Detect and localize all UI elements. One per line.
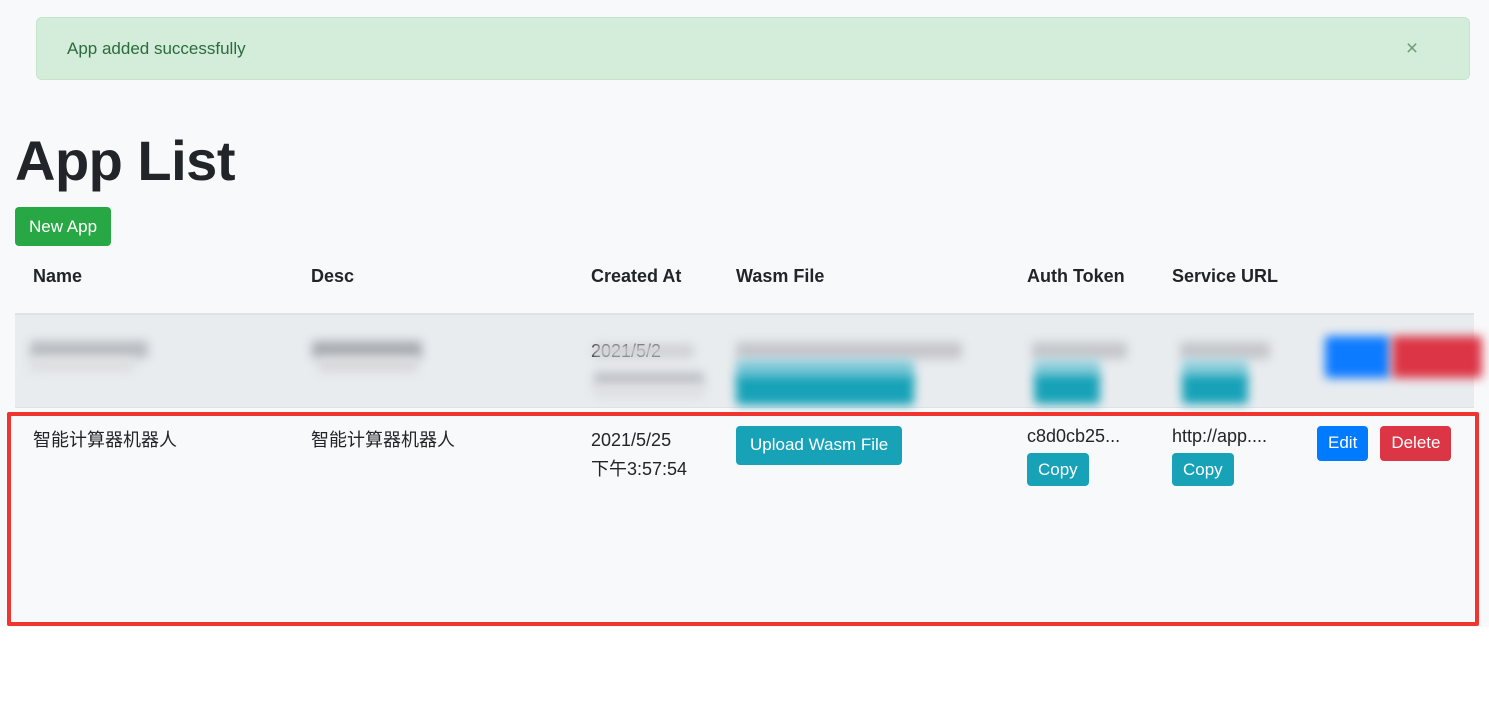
redacted-edit-button (1325, 336, 1390, 378)
redacted-name-bar-2 (30, 358, 135, 372)
column-header-actions (1299, 266, 1474, 315)
column-header-desc: Desc (293, 266, 573, 315)
redacted-token-copy-button (1034, 374, 1100, 404)
cell-name: 智能计算器机器人 (15, 407, 293, 579)
redacted-wasm-bar (736, 342, 962, 359)
column-header-service-url: Service URL (1154, 266, 1299, 315)
app-list-page: App added successfully × App List New Ap… (0, 0, 1489, 714)
copy-service-url-button[interactable]: Copy (1172, 453, 1234, 487)
close-icon[interactable]: × (1399, 36, 1425, 62)
redacted-delete-button (1392, 336, 1482, 378)
redacted-desc-bar (312, 341, 422, 358)
table-header: Name Desc Created At Wasm File Auth Toke… (15, 266, 1474, 315)
table-header-row: Name Desc Created At Wasm File Auth Toke… (15, 266, 1474, 315)
cell-auth-token: c8d0cb25... Copy (1009, 407, 1154, 579)
alert-message: App added successfully (67, 39, 246, 58)
column-header-created-at: Created At (573, 266, 718, 315)
cell-wasm-file: Upload Wasm File (718, 407, 1009, 579)
table-row[interactable]: 智能计算器机器人 智能计算器机器人 2021/5/25 下午3:57:54 Up… (15, 407, 1474, 579)
created-at-time: 下午3:57:54 (591, 459, 688, 480)
cell-desc: 智能计算器机器人 (293, 407, 573, 579)
redacted-wasm-button (736, 375, 914, 405)
delete-button[interactable]: Delete (1380, 425, 1452, 461)
app-table: Name Desc Created At Wasm File Auth Toke… (15, 266, 1474, 579)
redacted-token-bar (1032, 342, 1127, 359)
auth-token-value: c8d0cb25... (1027, 425, 1121, 446)
redacted-name-bar (30, 341, 148, 358)
service-url-value: http://app.... (1172, 425, 1268, 446)
page-title: App List (15, 129, 235, 192)
redacted-created-bar-2 (594, 372, 704, 386)
created-at-date: 2021/5/25 (591, 429, 672, 450)
column-header-auth-token: Auth Token (1009, 266, 1154, 315)
redacted-url-bar (1180, 342, 1270, 359)
app-table-container: Name Desc Created At Wasm File Auth Toke… (15, 266, 1474, 579)
column-header-name: Name (15, 266, 293, 315)
cell-service-url: http://app.... Copy (1154, 407, 1299, 579)
redacted-created-bar-3 (594, 386, 704, 398)
upload-wasm-file-button[interactable]: Upload Wasm File (736, 425, 903, 465)
copy-auth-token-button[interactable]: Copy (1027, 453, 1089, 487)
column-header-wasm-file: Wasm File (718, 266, 1009, 315)
new-app-button[interactable]: New App (15, 207, 112, 246)
redacted-desc-bar-2 (318, 358, 418, 372)
success-alert: App added successfully × (36, 17, 1470, 80)
cell-actions: Edit Delete (1299, 407, 1474, 579)
cell-created-at: 2021/5/25 下午3:57:54 (573, 407, 718, 579)
edit-button[interactable]: Edit (1317, 425, 1369, 461)
redacted-url-copy-button (1182, 374, 1248, 404)
redacted-created-bar (594, 344, 694, 358)
